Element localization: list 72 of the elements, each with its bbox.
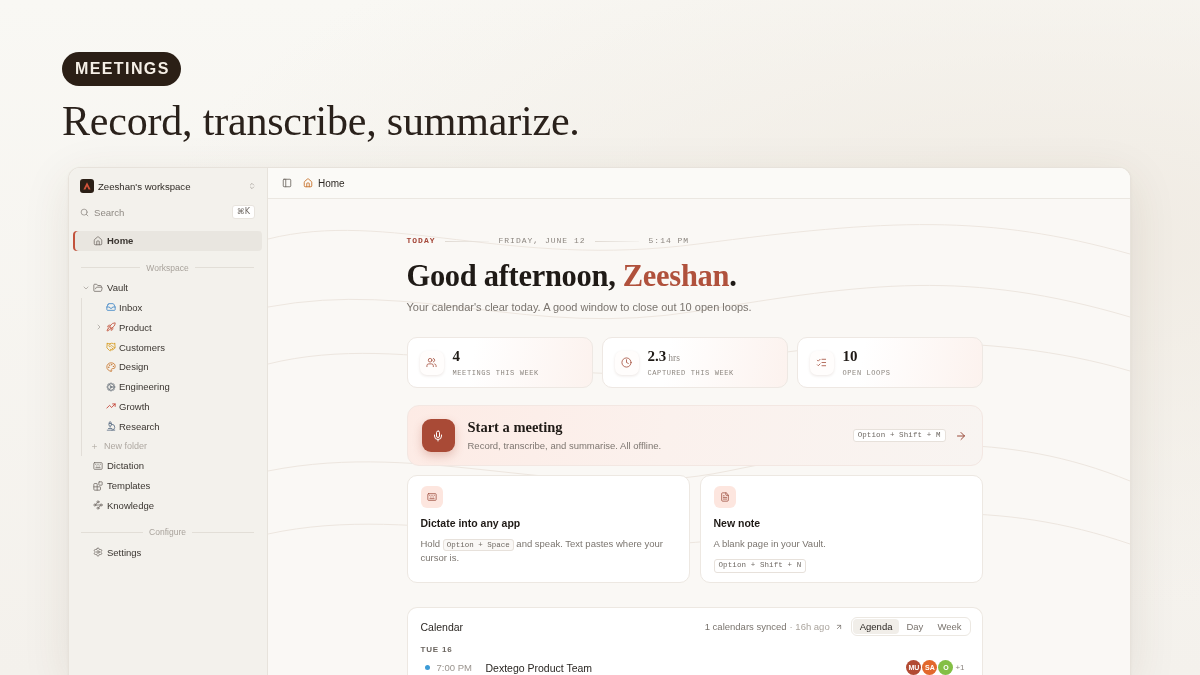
plus-icon [91, 442, 98, 450]
chevrons-up-down-icon [248, 182, 256, 190]
stat-value: 4 [452, 347, 460, 364]
time-text: 5:14 PM [648, 236, 690, 246]
calendar-title: Calendar [420, 620, 464, 633]
handshake-icon [106, 342, 116, 353]
checklist-icon [809, 350, 834, 375]
event-title[interactable]: Dextego Product Team [485, 661, 593, 674]
house-icon [303, 178, 313, 188]
blocks-icon [93, 480, 103, 491]
summary-text: Your calendar's clear today. A good window to close out 10 open loops. [406, 300, 753, 314]
sync-time: · 16h ago [789, 621, 830, 632]
card-subtitle: Record, transcribe, and summarise. All offline. [467, 440, 662, 452]
people-icon [419, 350, 444, 375]
shortcut-key: ⌘K [231, 205, 255, 219]
folder-icon [93, 282, 103, 293]
stat-value: 2.3 hrs [647, 347, 680, 364]
settings-icon [93, 547, 103, 558]
nav-item[interactable]: Templates [73, 475, 262, 496]
folder-item[interactable]: Product [82, 317, 262, 338]
nav-item[interactable]: Dictation [73, 455, 262, 476]
chart-icon [106, 401, 116, 412]
folder-item[interactable]: Growth [82, 396, 262, 417]
view-tab[interactable]: Agenda [852, 619, 900, 634]
arrow-right-icon [954, 429, 967, 442]
clock-icon [614, 350, 639, 375]
gear-icon [106, 381, 116, 392]
folder-item[interactable]: Engineering [82, 376, 262, 397]
keyboard-icon [420, 486, 443, 508]
arrow-up-right-icon[interactable] [834, 622, 843, 631]
folder-item[interactable]: Inbox [82, 297, 262, 318]
nav-item[interactable]: Knowledge [73, 495, 262, 516]
more-count: +1 [955, 663, 965, 672]
view-tab[interactable]: Day [899, 619, 931, 634]
folder-item[interactable]: Research [82, 416, 262, 437]
stat-value: 10 [842, 347, 858, 364]
document-icon [713, 486, 736, 508]
folder-item[interactable]: Vault [73, 277, 262, 298]
view-tab[interactable]: Week [930, 619, 969, 634]
keyboard-icon [93, 460, 103, 471]
card-description: A blank page in your Vault. [713, 537, 826, 551]
page-title: Home [318, 177, 345, 189]
sync-status: 1 calendars synced [704, 621, 787, 632]
category-badge: MEETINGS [62, 52, 182, 86]
chevron-right-icon[interactable] [95, 323, 103, 332]
card-title: Start a meeting [467, 419, 563, 436]
search-icon [80, 207, 89, 217]
home-icon [93, 235, 103, 246]
palette-icon [106, 361, 116, 372]
logo-icon [80, 179, 94, 193]
inbox-icon [106, 302, 116, 313]
event-time: 7:00 PM [436, 661, 473, 674]
workspace-switcher[interactable]: Zeeshan's workspace [73, 176, 262, 196]
greeting-heading: Good afternoon, Zeeshan. [406, 258, 738, 294]
headline: Record, transcribe, summarize. [62, 97, 580, 146]
folder-item[interactable]: Customers [82, 337, 262, 357]
nav-item[interactable]: Settings [73, 542, 262, 563]
microphone-icon [421, 419, 455, 452]
section-label: Configure [149, 527, 186, 538]
microscope-icon [106, 421, 116, 432]
card-title: Dictate into any app [420, 516, 521, 530]
nav-item[interactable]: Home [73, 231, 262, 251]
today-label: TODAY [406, 236, 436, 246]
sidebar-toggle-icon[interactable] [282, 178, 292, 188]
section-label: Workspace [146, 262, 189, 273]
folder-item[interactable]: Design [82, 357, 262, 377]
day-label: TUE 16 [420, 645, 454, 655]
rocket-icon [106, 322, 116, 333]
nodes-icon [93, 500, 103, 511]
date-text: FRIDAY, JUNE 12 [498, 236, 586, 246]
search-field[interactable]: Search [94, 206, 227, 218]
card-title: New note [713, 516, 761, 530]
